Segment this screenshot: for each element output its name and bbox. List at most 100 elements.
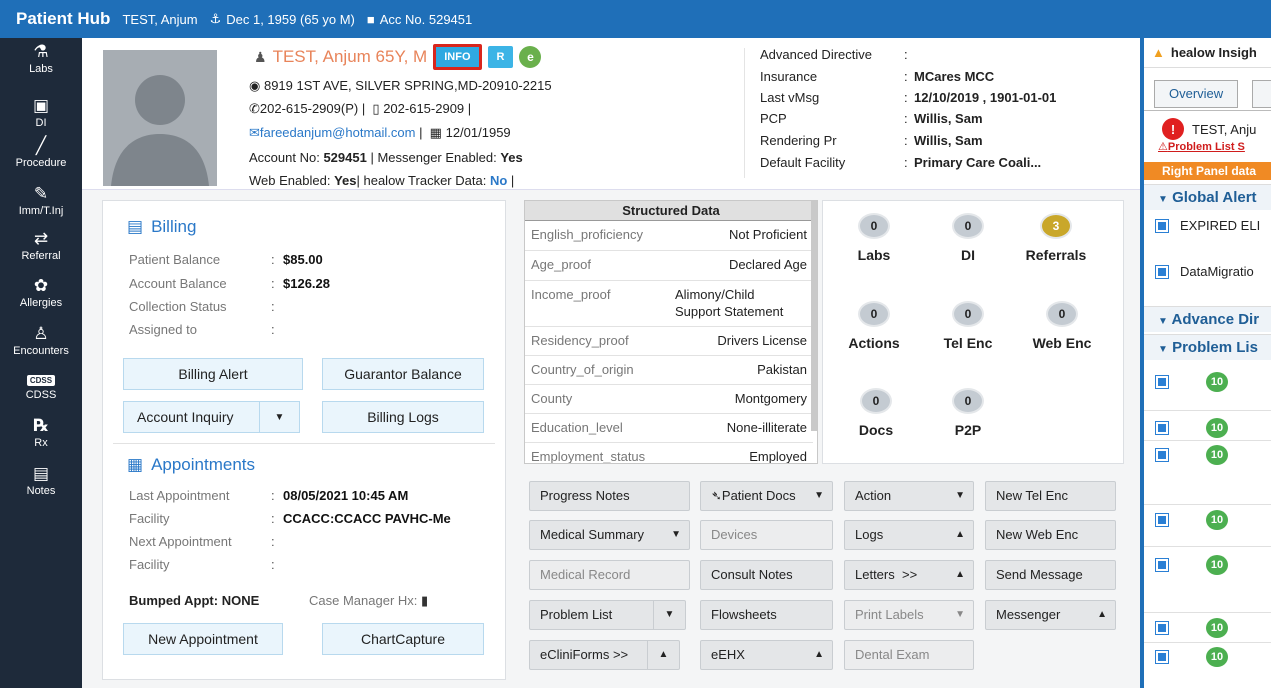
rp-patient-row: ! TEST, Anju bbox=[1162, 118, 1256, 140]
checkbox-icon[interactable] bbox=[1155, 421, 1169, 435]
problem-list-button[interactable]: Problem List ▼ bbox=[529, 600, 686, 630]
chevron-down-icon[interactable]: ▼ bbox=[653, 601, 685, 629]
arrows-icon: ⇄ bbox=[33, 229, 49, 248]
chevron-down-icon: ▼ bbox=[955, 490, 965, 501]
list-item bbox=[1155, 513, 1169, 527]
info-button[interactable]: INFO bbox=[433, 44, 482, 70]
counter-p2p[interactable]: 0 P2P bbox=[923, 388, 1013, 438]
new-web-enc-button[interactable]: New Web Enc bbox=[985, 520, 1116, 550]
print-labels-button[interactable]: Print Labels ▼ bbox=[844, 600, 974, 630]
count-badge: 10 bbox=[1206, 647, 1228, 667]
r-button[interactable]: R bbox=[487, 46, 514, 68]
checkbox-icon[interactable] bbox=[1155, 264, 1169, 279]
new-tel-enc-button[interactable]: New Tel Enc bbox=[985, 481, 1116, 511]
sidebar-item-imm[interactable]: ✎ Imm/T.Inj bbox=[0, 184, 82, 217]
sidebar-item-cdss[interactable]: CDSS CDSS bbox=[0, 374, 82, 401]
progress-notes-button[interactable]: Progress Notes bbox=[529, 481, 690, 511]
sidebar-item-procedure[interactable]: ╱ Procedure bbox=[0, 136, 82, 169]
checkbox-icon[interactable] bbox=[1155, 558, 1169, 572]
guarantor-balance-button[interactable]: Guarantor Balance bbox=[322, 358, 484, 390]
checkbox-icon[interactable] bbox=[1155, 448, 1169, 462]
sidebar-item-referral[interactable]: ⇄ Referral bbox=[0, 229, 82, 262]
list-item bbox=[1155, 421, 1169, 435]
billing-alert-button[interactable]: Billing Alert bbox=[123, 358, 303, 390]
row-divider bbox=[1144, 410, 1271, 411]
sidebar-item-notes[interactable]: ▤ Notes bbox=[0, 464, 82, 497]
consult-notes-button[interactable]: Consult Notes bbox=[700, 560, 833, 590]
counter-tel-enc[interactable]: 0 Tel Enc bbox=[923, 301, 1013, 351]
table-row: Residency_proof Drivers License bbox=[525, 327, 813, 356]
detail-facility: Default Facility: Primary Care Coali... bbox=[760, 155, 1042, 170]
chevron-down-icon[interactable]: ▼ bbox=[259, 402, 299, 432]
table-row: Age_proof Declared Age bbox=[525, 251, 813, 281]
flowsheets-button[interactable]: Flowsheets bbox=[700, 600, 833, 630]
top-bar: Patient Hub TEST, Anjum ⚓ Dec 1, 1959 (65… bbox=[0, 0, 1271, 38]
checkbox-icon[interactable] bbox=[1155, 218, 1169, 233]
medical-summary-button[interactable]: Medical Summary ▼ bbox=[529, 520, 690, 550]
folder-icon[interactable]: ▮ bbox=[421, 593, 428, 608]
letters-button[interactable]: Letters >> ▲ bbox=[844, 560, 974, 590]
avatar bbox=[103, 50, 217, 186]
sidebar-item-encounters[interactable]: ♙ Encounters bbox=[0, 324, 82, 357]
list-item: DataMigratio bbox=[1155, 264, 1254, 279]
patient-name-row: ♟ TEST, Anjum 65Y, M INFO R e bbox=[254, 44, 542, 70]
counter-docs[interactable]: 0 Docs bbox=[831, 388, 921, 438]
mail-icon: ✉ bbox=[249, 125, 260, 140]
counter-web-enc[interactable]: 0 Web Enc bbox=[1017, 301, 1107, 351]
count-badge: 10 bbox=[1206, 510, 1228, 530]
sidebar-item-di[interactable]: ▣ DI bbox=[0, 96, 82, 129]
tab-overview[interactable]: Overview bbox=[1154, 80, 1239, 108]
devices-button[interactable]: Devices bbox=[700, 520, 833, 550]
patient-docs-button[interactable]: ➴Patient Docs ▼ bbox=[700, 481, 833, 511]
checkbox-icon[interactable] bbox=[1155, 375, 1169, 389]
paperclip-icon: ➴ bbox=[711, 488, 722, 503]
section-divider bbox=[113, 443, 495, 444]
email-link[interactable]: fareedanjum@hotmail.com bbox=[260, 125, 416, 140]
detail-pcp: PCP: Willis, Sam bbox=[760, 111, 983, 126]
send-message-button[interactable]: Send Message bbox=[985, 560, 1116, 590]
count-badge: 10 bbox=[1206, 372, 1228, 392]
counter-di[interactable]: 0 DI bbox=[923, 213, 1013, 263]
problem-list-link[interactable]: ⚠Problem List S bbox=[1158, 140, 1245, 153]
mobile-icon: ▯ bbox=[372, 101, 380, 116]
checkbox-icon[interactable] bbox=[1155, 650, 1169, 664]
chevron-up-icon: ▲ bbox=[814, 649, 824, 660]
eehx-button[interactable]: eEHX ▲ bbox=[700, 640, 833, 670]
chartcapture-button[interactable]: ChartCapture bbox=[322, 623, 484, 655]
ecliniforms-button[interactable]: eCliniForms >> ▲ bbox=[529, 640, 680, 670]
counter-referrals[interactable]: 3 Referrals bbox=[1011, 213, 1101, 263]
advance-directive-section[interactable]: ▼ Advance Dir bbox=[1144, 306, 1271, 332]
medical-record-button[interactable]: Medical Record bbox=[529, 560, 690, 590]
billing-icon: ▤ bbox=[127, 217, 144, 236]
chevron-up-icon[interactable]: ▲ bbox=[647, 641, 679, 669]
sidebar-item-labs[interactable]: ⚗ Labs bbox=[0, 42, 82, 75]
list-item bbox=[1155, 375, 1169, 389]
checkbox-icon[interactable] bbox=[1155, 513, 1169, 527]
count-badge: 10 bbox=[1206, 445, 1228, 465]
checkbox-icon[interactable] bbox=[1155, 621, 1169, 635]
detail-rendering: Rendering Pr: Willis, Sam bbox=[760, 133, 983, 148]
counter-labs[interactable]: 0 Labs bbox=[829, 213, 919, 263]
account-inquiry-button[interactable]: Account Inquiry ▼ bbox=[123, 401, 300, 433]
sidebar-item-rx[interactable]: ℞ Rx bbox=[0, 416, 82, 449]
tab-next[interactable] bbox=[1252, 80, 1271, 108]
billing-logs-button[interactable]: Billing Logs bbox=[322, 401, 484, 433]
right-panel: ▲ healow Insigh Overview ! TEST, Anju ⚠Pro… bbox=[1140, 38, 1271, 688]
chevron-down-icon: ▼ bbox=[1158, 316, 1168, 327]
account-line: Account No: 529451 | Messenger Enabled: … bbox=[249, 150, 523, 165]
scrollbar[interactable] bbox=[811, 201, 817, 431]
structured-data-title: Structured Data bbox=[525, 201, 817, 221]
action-button[interactable]: Action ▼ bbox=[844, 481, 974, 511]
global-alerts-section[interactable]: ▼ Global Alert bbox=[1144, 184, 1271, 210]
count-badge: 10 bbox=[1206, 418, 1228, 438]
healow-button[interactable]: e bbox=[519, 46, 542, 68]
logs-button[interactable]: Logs ▲ bbox=[844, 520, 974, 550]
dental-exam-button[interactable]: Dental Exam bbox=[844, 640, 974, 670]
messenger-button[interactable]: Messenger ▲ bbox=[985, 600, 1116, 630]
new-appointment-button[interactable]: New Appointment bbox=[123, 623, 283, 655]
sidebar-item-allergies[interactable]: ✿ Allergies bbox=[0, 276, 82, 309]
counter-actions[interactable]: 0 Actions bbox=[829, 301, 919, 351]
bumped-appt: Bumped Appt: NONE bbox=[129, 593, 260, 608]
problem-list-section[interactable]: ▼ Problem Lis bbox=[1144, 334, 1271, 360]
list-item bbox=[1155, 621, 1169, 635]
